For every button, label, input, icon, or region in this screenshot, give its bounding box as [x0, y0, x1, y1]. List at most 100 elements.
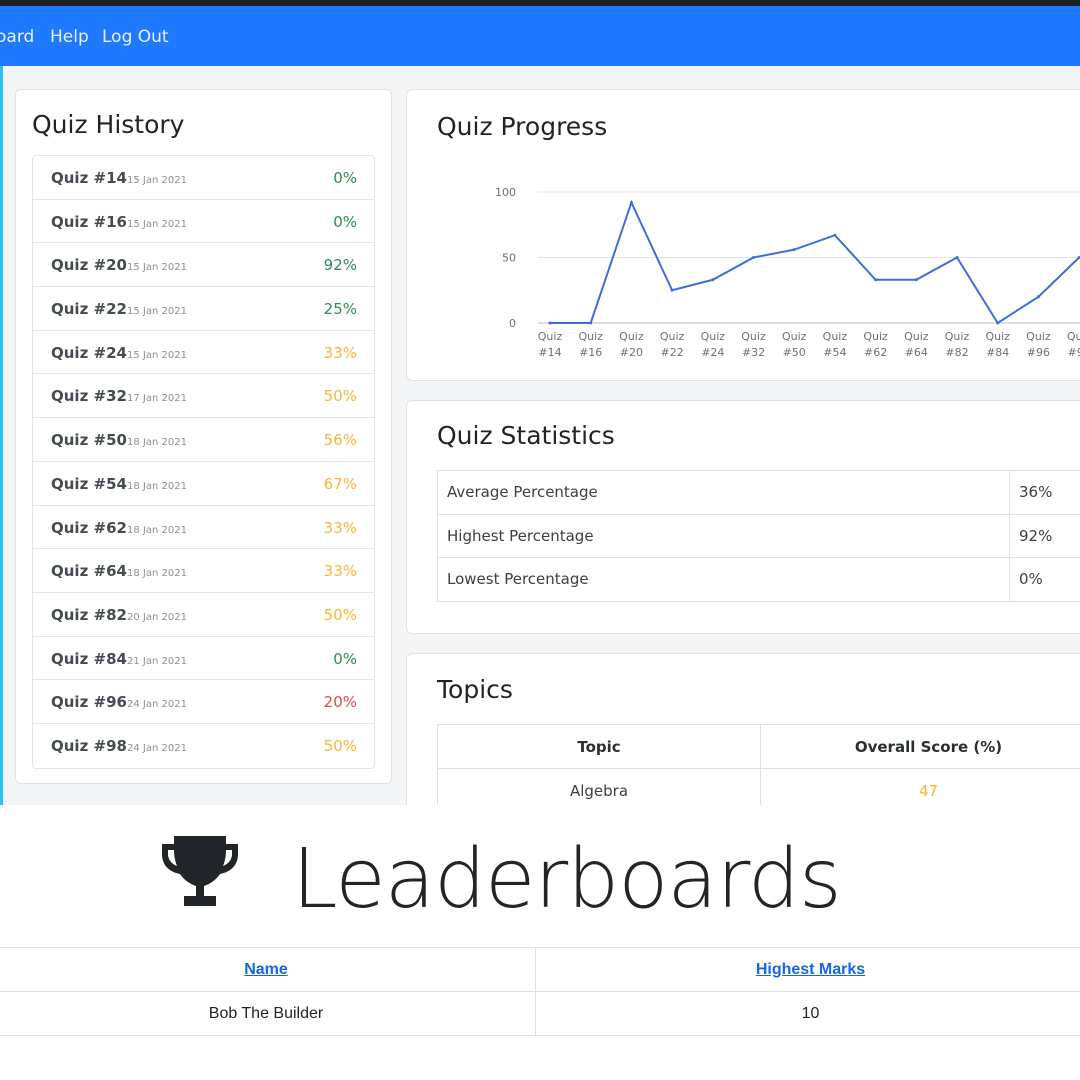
list-item[interactable]: Quiz #22 15 Jan 2021 25% [33, 287, 374, 331]
list-item[interactable]: Quiz #50 18 Jan 2021 56% [33, 418, 374, 462]
chart-x-tick-label: Quiz #84 [985, 330, 1010, 359]
stat-value: 0% [1009, 557, 1080, 602]
chart-x-tick-label: Quiz #16 [578, 330, 603, 359]
quiz-percent: 25% [323, 300, 357, 319]
sort-by-name-link[interactable]: Name [244, 961, 288, 978]
chart-x-tick-label: Quiz #14 [538, 330, 563, 359]
quiz-date: 18 Jan 2021 [127, 524, 187, 536]
quiz-date: 17 Jan 2021 [127, 393, 187, 405]
quiz-percent: 33% [323, 518, 357, 537]
quiz-name: Quiz #54 [51, 474, 127, 493]
list-item[interactable]: Quiz #98 24 Jan 2021 50% [33, 724, 374, 768]
quiz-name: Quiz #96 [51, 693, 127, 712]
leaderboards-header-marks: Highest Marks [535, 947, 1080, 992]
list-item[interactable]: Quiz #20 15 Jan 2021 92% [33, 243, 374, 288]
quiz-date: 15 Jan 2021 [127, 306, 187, 318]
quiz-percent: 33% [323, 562, 357, 581]
quiz-progress-chart: 0 50 100 Quiz #14 Quiz #16 Quiz #20 Quiz #22 Quiz #2… [495, 186, 1080, 359]
quiz-statistics-table: Average Percentage 36% Highest Percentage 9… [437, 470, 1080, 602]
quiz-percent: 50% [323, 736, 357, 755]
quiz-name: Quiz #98 [51, 736, 127, 755]
chart-point [792, 248, 796, 252]
quiz-date: 15 Jan 2021 [127, 175, 187, 186]
quiz-name: Quiz #24 [51, 343, 127, 362]
chart-point [1036, 295, 1040, 299]
quiz-name: Quiz #84 [51, 649, 127, 668]
quiz-percent: 33% [323, 343, 357, 362]
topic-name: Algebra [437, 768, 761, 805]
chart-point [752, 256, 755, 259]
chart-x-tick-label: Quiz #64 [904, 330, 929, 359]
chart-x-tick-label: Quiz#98 [1067, 330, 1080, 359]
chart-x-tick-label: Quiz #20 [619, 330, 644, 359]
list-item[interactable]: Quiz #64 18 Jan 2021 33% [33, 549, 374, 593]
topics-header-row: Topic Overall Score (%) [437, 724, 1080, 769]
list-item[interactable]: Quiz #54 18 Jan 2021 67% [33, 462, 374, 506]
chart-y-tick-label: 100 [495, 186, 516, 199]
nav-link-logout[interactable]: Log Out [102, 27, 169, 47]
leaderboards-header-name: Name [0, 947, 536, 992]
chart-x-tick-label: Quiz #62 [863, 330, 888, 359]
chart-x-tick-label: Quiz #32 [741, 330, 766, 359]
quiz-name: Quiz #22 [51, 300, 127, 319]
quiz-date: 20 Jan 2021 [127, 611, 187, 623]
nav-link-dashboard[interactable]: oard [0, 27, 34, 47]
quiz-name: Quiz #62 [51, 518, 127, 537]
table-row: Average Percentage 36% [437, 470, 1080, 515]
quiz-date: 18 Jan 2021 [127, 437, 187, 449]
stat-label: Highest Percentage [437, 513, 1010, 558]
quiz-percent: 0% [333, 212, 357, 231]
quiz-statistics-title: Quiz Statistics [437, 421, 615, 450]
list-item[interactable]: Quiz #84 21 Jan 2021 0% [33, 637, 374, 681]
list-item[interactable]: Quiz #24 15 Jan 2021 33% [33, 331, 374, 375]
quiz-percent: 56% [323, 431, 357, 450]
leaderboards-table: Name Highest Marks Bob The Builder 10 [0, 947, 1080, 1036]
chart-x-tick-label: Quiz #24 [701, 330, 726, 359]
chart-point [914, 278, 918, 282]
chart-point [711, 278, 715, 282]
list-item[interactable]: Quiz #16 15 Jan 2021 0% [33, 200, 374, 244]
quiz-percent: 0% [333, 649, 357, 668]
nav-link-help[interactable]: Help [50, 27, 89, 47]
topic-score: 47 [760, 768, 1080, 805]
quiz-name: Quiz #16 [51, 212, 127, 231]
stat-value: 92% [1009, 513, 1080, 558]
leader-name: Bob The Builder [0, 991, 536, 1036]
list-item[interactable]: Quiz #82 20 Jan 2021 50% [33, 593, 374, 637]
quiz-name: Quiz #14 [51, 169, 127, 187]
leader-marks: 10 [535, 991, 1080, 1036]
quiz-date: 24 Jan 2021 [127, 742, 187, 754]
quiz-date: 24 Jan 2021 [127, 699, 187, 711]
chart-point [874, 278, 878, 282]
leaderboards-header-row: Name Highest Marks [0, 947, 1080, 992]
chart-point [589, 321, 593, 325]
chart-point [996, 321, 1000, 325]
leaderboards-title: Leaderboards [292, 832, 842, 927]
sort-by-highest-marks-link[interactable]: Highest Marks [756, 961, 865, 978]
stat-label: Lowest Percentage [437, 557, 1010, 602]
list-item[interactable]: Quiz #62 18 Jan 2021 33% [33, 506, 374, 550]
list-item[interactable]: Quiz #14 15 Jan 2021 0% [33, 156, 374, 200]
quiz-date: 15 Jan 2021 [127, 218, 187, 230]
chart-x-tick-label: Quiz #54 [823, 330, 848, 359]
quiz-percent: 50% [323, 605, 357, 624]
chart-y-tick-label: 50 [502, 252, 516, 265]
chart-series-line [550, 199, 1080, 325]
chart-x-tick-label: Quiz #22 [660, 330, 685, 359]
quiz-date: 18 Jan 2021 [127, 568, 187, 580]
quiz-percent: 67% [323, 474, 357, 493]
quiz-percent: 0% [333, 169, 357, 187]
chart-point [670, 288, 674, 292]
list-item[interactable]: Quiz #96 24 Jan 2021 20% [33, 680, 374, 724]
topics-title: Topics [437, 675, 513, 704]
chart-point [833, 233, 837, 237]
list-item[interactable]: Quiz #32 17 Jan 2021 50% [33, 374, 374, 419]
chart-point [629, 200, 633, 204]
quiz-date: 15 Jan 2021 [127, 262, 187, 274]
quiz-date: 15 Jan 2021 [127, 349, 187, 361]
chart-y-tick-label: 0 [509, 317, 516, 330]
topics-table: Topic Overall Score (%) Algebra 47 [437, 724, 1080, 805]
trophy-icon [162, 836, 238, 906]
navbar: oard Help Log Out [0, 6, 1080, 66]
chart-point [548, 321, 552, 325]
